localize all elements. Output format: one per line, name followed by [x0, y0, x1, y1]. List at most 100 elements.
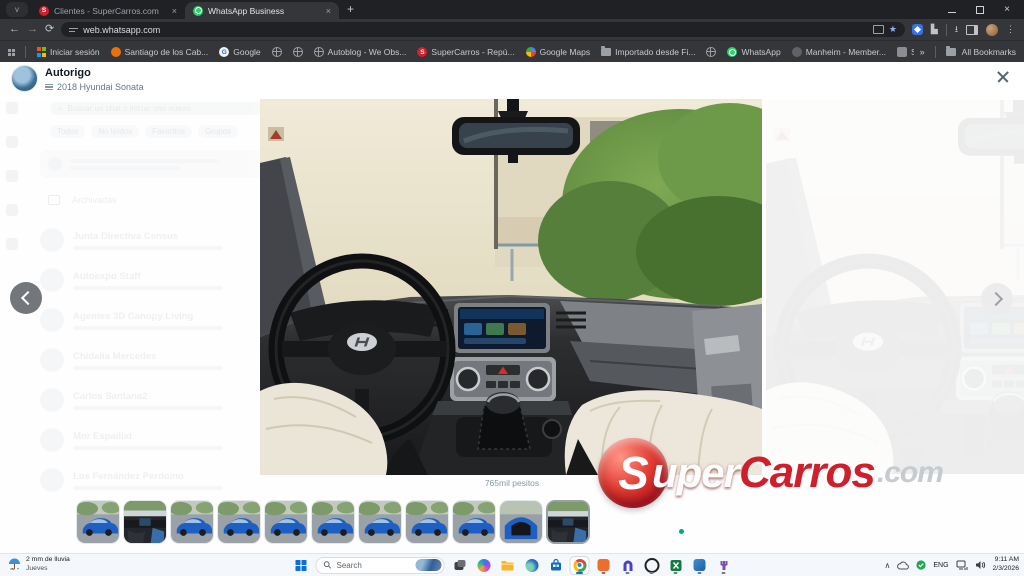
- volume-icon[interactable]: [975, 560, 986, 570]
- tab-whatsapp-business[interactable]: WhatsApp Business ×: [185, 2, 339, 19]
- bookmarks-divider: [935, 46, 936, 58]
- bookmark-item[interactable]: Importado desde Fi...: [597, 45, 699, 59]
- photo-thumbnail-exterior-side-left[interactable]: [264, 500, 308, 544]
- taskbar-clock[interactable]: 9:11 AM 2/3/2026: [993, 556, 1019, 574]
- taskbar-center: Search: [292, 554, 733, 576]
- bookmarks-right: » All Bookmarks: [920, 46, 1016, 58]
- downloads-icon[interactable]: ⭳: [955, 22, 958, 38]
- photo-thumbnail-exterior-front-left[interactable]: [311, 500, 355, 544]
- bookmark-item[interactable]: Iniciar sesión: [32, 45, 104, 59]
- side-panel-icon[interactable]: [966, 25, 978, 35]
- chat-row: Mor Espaillat: [40, 420, 264, 460]
- bookmark-item[interactable]: Autoblog - We Obs...: [310, 45, 411, 59]
- photo-thumbnail-interior-rear-seat[interactable]: [123, 500, 167, 544]
- bookmark-star-icon[interactable]: ★: [889, 24, 897, 35]
- previous-photo-button[interactable]: [10, 282, 42, 314]
- pinned-extension-icon[interactable]: [912, 24, 923, 35]
- taskbar-app-media-app[interactable]: [715, 557, 733, 574]
- bookmark-item[interactable]: Google Maps: [522, 45, 595, 59]
- extensions-puzzle-icon[interactable]: ▙: [931, 24, 938, 35]
- start-button[interactable]: [292, 557, 310, 574]
- taskbar-app-task-view[interactable]: [451, 557, 469, 574]
- tab-close-icon[interactable]: ×: [172, 6, 177, 16]
- reload-icon[interactable]: ⟳: [45, 24, 54, 35]
- bookmark-label: SuperCarros - Repú...: [431, 47, 514, 57]
- bookmark-item[interactable]: Southern Auto Auct...: [893, 45, 914, 59]
- taskbar-app-store[interactable]: [547, 557, 565, 574]
- profile-avatar[interactable]: [986, 24, 998, 36]
- running-indicator: [576, 572, 583, 574]
- photo-thumbnail-trunk-open[interactable]: [499, 500, 543, 544]
- tab-strip: v S Clientes - SuperCarros.com × WhatsAp…: [0, 0, 1024, 19]
- taskbar-app-blue-app[interactable]: [691, 557, 709, 574]
- viewer-close-icon[interactable]: [996, 70, 1010, 84]
- site-settings-icon[interactable]: [69, 28, 78, 32]
- chat-row: Junta Directiva Census: [40, 220, 264, 260]
- bookmarks-overflow-chevron[interactable]: »: [920, 47, 925, 57]
- tab-search-chevron-icon[interactable]: v: [6, 2, 28, 17]
- taskbar-app-file-explorer[interactable]: [499, 557, 517, 574]
- taskbar-app-orange-app[interactable]: [595, 557, 613, 574]
- photo-thumbnail-exterior-rear[interactable]: [358, 500, 402, 544]
- bookmark-item[interactable]: GGoogle: [215, 45, 264, 59]
- bookmark-item[interactable]: Manheim - Member...: [788, 45, 890, 59]
- chat-avatar: [40, 308, 64, 332]
- next-photo-button[interactable]: [981, 283, 1013, 315]
- taskbar-app-copilot[interactable]: [475, 557, 493, 574]
- menu-dots-icon[interactable]: ⋮: [1006, 24, 1015, 35]
- new-tab-button[interactable]: +: [347, 2, 354, 16]
- bookmark-label: Southern Auto Auct...: [911, 47, 914, 57]
- language-indicator[interactable]: ENG: [933, 562, 948, 569]
- chat-preview: [73, 326, 223, 330]
- bookmark-item[interactable]: [289, 45, 307, 59]
- forward-icon[interactable]: →: [27, 24, 38, 35]
- bookmark-item[interactable]: WhatsApp: [723, 45, 784, 59]
- tab-clientes-supercarros[interactable]: S Clientes - SuperCarros.com ×: [31, 2, 185, 19]
- taskbar-app-chrome[interactable]: [571, 557, 589, 574]
- window-controls: ×: [934, 0, 1024, 19]
- taskbar-app-excel[interactable]: [667, 557, 685, 574]
- bookmark-item[interactable]: Santiago de los Cab...: [107, 45, 213, 59]
- chat-row: Agentes 3D Canopy Living: [40, 300, 264, 340]
- network-icon[interactable]: [956, 560, 968, 570]
- search-icon: ⌕: [58, 104, 62, 114]
- all-bookmarks-label[interactable]: All Bookmarks: [962, 47, 1016, 57]
- onedrive-cloud-icon[interactable]: [897, 561, 909, 570]
- chat-name: Junta Directiva Census: [73, 231, 223, 242]
- weather-widget[interactable]: 2 mm de lluvia Jueves: [8, 556, 70, 574]
- cast-icon[interactable]: [873, 25, 884, 34]
- bookmark-item[interactable]: [268, 45, 286, 59]
- url-bar[interactable]: web.whatsapp.com ★: [61, 22, 905, 37]
- apps-grid-icon[interactable]: [8, 49, 15, 56]
- chat-row: Chidalia Mercedes: [40, 340, 264, 380]
- taskbar-search[interactable]: Search: [316, 557, 445, 574]
- taskbar-app-edge[interactable]: [523, 557, 541, 574]
- search-highlight-image: [416, 559, 442, 571]
- bookmark-label: Importado desde Fi...: [615, 47, 695, 57]
- window-close-icon[interactable]: ×: [1004, 6, 1010, 14]
- toolbar-divider: [946, 24, 947, 36]
- photo-thumbnail-exterior-front[interactable]: [170, 500, 214, 544]
- photo-thumbnail-exterior-front-left[interactable]: [76, 500, 120, 544]
- tab-close-icon[interactable]: ×: [326, 6, 331, 16]
- photo-thumbnail-exterior-rear[interactable]: [452, 500, 496, 544]
- chat-list: Junta Directiva CensusAutoexpo StaffAgen…: [40, 220, 264, 500]
- photo-thumbnail-interior-dash[interactable]: [546, 500, 590, 544]
- rain-umbrella-icon: [8, 558, 21, 571]
- tray-chevron-up-icon[interactable]: ∧: [885, 561, 891, 570]
- running-indicator: [602, 572, 606, 574]
- back-icon[interactable]: ←: [9, 24, 20, 35]
- photo-thumbnail-exterior-rear-left[interactable]: [405, 500, 449, 544]
- maximize-icon[interactable]: [976, 6, 984, 14]
- chats-icon: [6, 102, 18, 114]
- sender-avatar[interactable]: [11, 65, 38, 92]
- taskbar-app-ring-app[interactable]: [643, 557, 661, 574]
- car-interior-photo[interactable]: [260, 99, 762, 475]
- antivirus-shield-icon[interactable]: [916, 560, 926, 570]
- chat-search-placeholder: Buscar un chat o iniciar uno nuevo: [67, 104, 190, 113]
- bookmark-item[interactable]: SSuperCarros - Repú...: [413, 45, 518, 59]
- photo-thumbnail-exterior-side-right[interactable]: [217, 500, 261, 544]
- minimize-icon[interactable]: [948, 7, 956, 13]
- bookmark-item[interactable]: [702, 45, 720, 59]
- taskbar-app-n-app[interactable]: [619, 557, 637, 574]
